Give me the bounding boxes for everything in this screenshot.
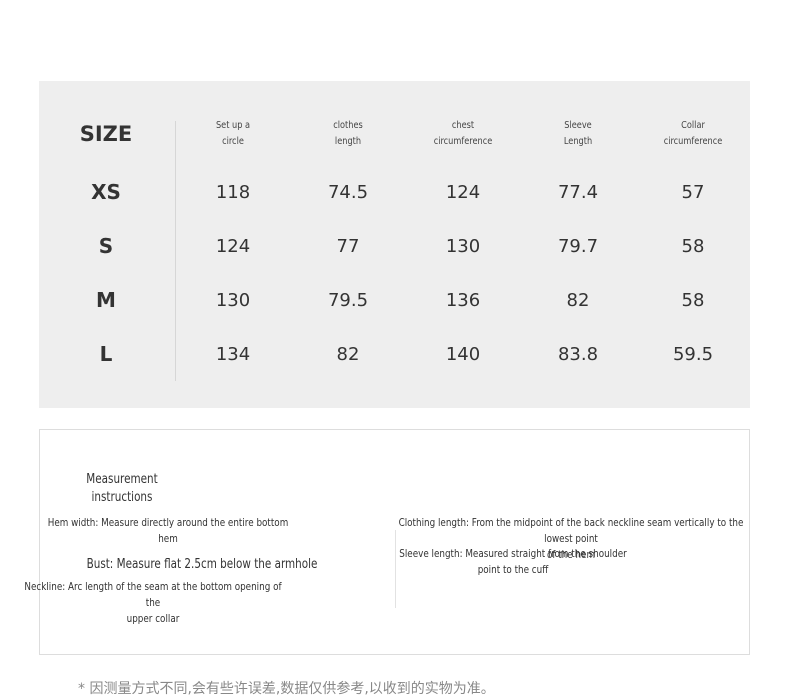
table-cell: 82 xyxy=(336,344,360,365)
header-chest-circumference: chest circumference xyxy=(433,120,493,147)
table-cell: 136 xyxy=(445,290,481,311)
table-cell: 74.5 xyxy=(327,182,369,203)
size-label-l: L xyxy=(99,342,113,366)
table-cell: 124 xyxy=(215,236,251,257)
size-label-m: M xyxy=(96,288,116,312)
table-cell: 83.8 xyxy=(557,344,599,365)
table-cell: 59.5 xyxy=(672,344,714,365)
size-header: SIZE xyxy=(79,122,133,146)
header-clothes-length: clothes length xyxy=(333,120,363,147)
sleeve-length-instruction: Sleeve length: Measured straight from th… xyxy=(399,547,627,576)
disclaimer-footnote: * 因测量方式不同,会有些许误差,数据仅供参考,以收到的实物为准。 xyxy=(78,681,495,697)
table-cell: 124 xyxy=(445,182,481,203)
table-cell: 79.5 xyxy=(327,290,369,311)
size-label-xs: XS xyxy=(91,180,121,204)
table-cell: 134 xyxy=(215,344,251,365)
header-sleeve-length: Sleeve Length xyxy=(563,120,593,147)
neckline-instruction: Neckline: Arc length of the seam at the … xyxy=(24,580,282,625)
table-cell: 57 xyxy=(681,182,705,203)
table-cell: 77 xyxy=(336,236,360,257)
table-cell: 82 xyxy=(566,290,590,311)
hem-instruction: Hem width: Measure directly around the e… xyxy=(47,516,289,545)
instructions-title: Measurement instructions xyxy=(86,472,158,505)
table-cell: 140 xyxy=(445,344,481,365)
header-collar-circumference: Collar circumference xyxy=(663,120,723,147)
header-set-up-circle: Set up a circle xyxy=(215,120,251,147)
table-cell: 79.7 xyxy=(557,236,599,257)
table-cell: 77.4 xyxy=(557,182,599,203)
table-cell: 130 xyxy=(215,290,251,311)
column-divider xyxy=(175,121,176,381)
table-cell: 58 xyxy=(681,290,705,311)
table-cell: 118 xyxy=(215,182,251,203)
bust-instruction: Bust: Measure flat 2.5cm below the armho… xyxy=(86,557,318,572)
size-chart: SIZE Set up a circle clothes length ches… xyxy=(39,81,750,408)
measurement-instructions: Measurement instructions Hem width: Meas… xyxy=(24,429,750,655)
table-cell: 130 xyxy=(445,236,481,257)
table-cell: 58 xyxy=(681,236,705,257)
size-label-s: S xyxy=(98,234,114,258)
